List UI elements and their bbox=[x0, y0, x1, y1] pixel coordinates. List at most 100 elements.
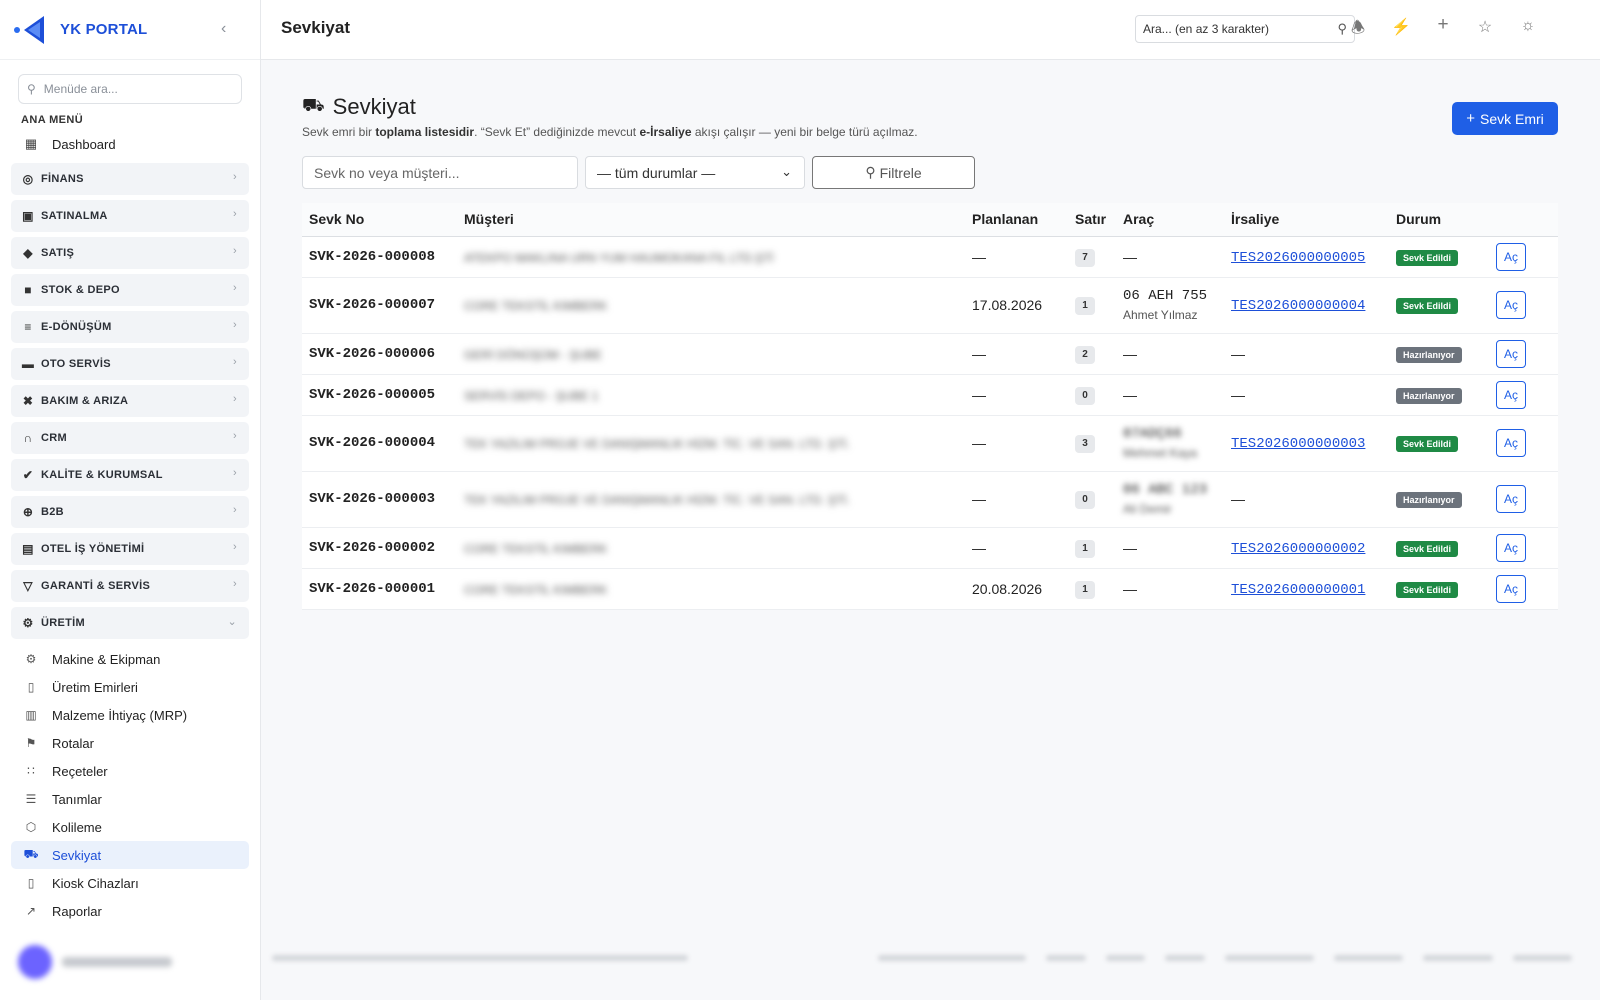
line-count-badge: 2 bbox=[1075, 345, 1095, 364]
table-row[interactable]: SVK-2026-000001 CORE TEKSTİL KIMBERK 20.08… bbox=[302, 568, 1558, 610]
column-header[interactable]: Satır bbox=[1068, 203, 1116, 237]
column-header[interactable]: Planlanan bbox=[965, 203, 1068, 237]
sidebar-group-8[interactable]: ✔ KALİTE & KURUMSAL › bbox=[11, 459, 249, 491]
table-row[interactable]: SVK-2026-000008 ATEKPO MAKLINA URN YUM HA… bbox=[302, 236, 1558, 278]
waybill-link[interactable]: TES2026000000004 bbox=[1231, 298, 1365, 314]
sidebar-subitem-6[interactable]: ⬡ Kolileme bbox=[11, 813, 249, 841]
sidebar-group-10[interactable]: ▤ OTEL İŞ YÖNETİMİ › bbox=[11, 533, 249, 565]
sidebar-group-5[interactable]: ▬ OTO SERVİS › bbox=[11, 348, 249, 380]
sidebar-group-2[interactable]: ◆ SATIŞ › bbox=[11, 237, 249, 269]
open-button[interactable]: Aç bbox=[1496, 485, 1526, 513]
user-profile[interactable] bbox=[18, 942, 243, 982]
sidebar-group-11[interactable]: ▽ GARANTİ & SERVİS › bbox=[11, 570, 249, 602]
waybill-cell: TES2026000000001 bbox=[1224, 568, 1389, 610]
open-button[interactable]: Aç bbox=[1496, 339, 1526, 368]
sidebar-subitem-7[interactable]: ⛟ Sevkiyat bbox=[11, 841, 249, 869]
filter-button[interactable]: ⚲ Filtrele bbox=[812, 156, 975, 189]
waybill-link[interactable]: TES2026000000005 bbox=[1231, 250, 1365, 266]
open-button[interactable]: Aç bbox=[1496, 429, 1526, 457]
sidebar-group-6[interactable]: ✖ BAKIM & ARIZA › bbox=[11, 385, 249, 417]
column-header[interactable]: Müşteri bbox=[457, 203, 965, 237]
sidebar-group-7[interactable]: ∩ CRM › bbox=[11, 422, 249, 454]
sidebar-subitem-2[interactable]: ▥ Malzeme İhtiyaç (MRP) bbox=[11, 701, 249, 729]
waybill-cell: TES2026000000002 bbox=[1224, 527, 1389, 569]
finance-icon: ◎ bbox=[22, 172, 34, 186]
search-icon[interactable]: ⚲ bbox=[1337, 21, 1347, 37]
avatar bbox=[18, 945, 52, 979]
sidebar-group-3[interactable]: ■ STOK & DEPO › bbox=[11, 274, 249, 306]
page-title: ⛟ Sevkiyat bbox=[302, 94, 416, 120]
sidebar-group-0[interactable]: ◎ FİNANS › bbox=[11, 163, 249, 195]
status-select[interactable]: — tüm durumlar — ⌄ bbox=[585, 156, 805, 189]
notification-off-icon[interactable]: ⚡ bbox=[1390, 17, 1412, 37]
waybill-link[interactable]: TES2026000000003 bbox=[1231, 436, 1365, 452]
sidebar-group-9[interactable]: ⊕ B2B › bbox=[11, 496, 249, 528]
sidebar-subitem-9[interactable]: ↗ Raporlar bbox=[11, 897, 249, 925]
vehicle-plate: — bbox=[1123, 386, 1137, 403]
open-button[interactable]: Aç bbox=[1496, 574, 1526, 603]
vehicle-plate: — bbox=[1123, 580, 1137, 597]
status-badge: Sevk Edildi bbox=[1396, 436, 1459, 452]
table-row[interactable]: SVK-2026-000006 GERİ DÖNÜŞÜM - ŞUBE — 2 — — Ha… bbox=[302, 333, 1558, 375]
status-badge: Hazırlanıyor bbox=[1396, 387, 1462, 404]
global-search-placeholder: Ara... (en az 3 karakter) bbox=[1143, 22, 1270, 36]
column-header[interactable]: Durum bbox=[1389, 203, 1489, 237]
new-shipment-button[interactable]: + Sevk Emri bbox=[1452, 102, 1558, 135]
chevron-right-icon: › bbox=[233, 319, 237, 331]
lead-text: Sevk emri bir bbox=[302, 125, 376, 139]
chevron-right-icon: › bbox=[233, 430, 237, 442]
sidebar-subitem-8[interactable]: ▯ Kiosk Cihazları bbox=[11, 869, 249, 897]
sidebar-group-label: ÜRETİM bbox=[41, 617, 85, 629]
table-row[interactable]: SVK-2026-000002 CORE TEKSTİL KIMBERK — 1 — TE… bbox=[302, 527, 1558, 569]
sidebar-group-12[interactable]: ⚙ ÜRETİM ⌄ bbox=[11, 607, 249, 639]
column-header[interactable]: Sevk No bbox=[302, 203, 457, 237]
sidebar-group-1[interactable]: ▣ SATINALMA › bbox=[11, 200, 249, 232]
brand[interactable]: YK PORTAL ‹ bbox=[0, 0, 260, 60]
column-header[interactable]: İrsaliye bbox=[1224, 203, 1389, 237]
menu-search-input[interactable]: ⚲ Menüde ara... bbox=[18, 74, 242, 104]
vehicle-cell: 06 ABC 123 Ali Demir bbox=[1116, 471, 1224, 528]
table-row[interactable]: SVK-2026-000003 TEK YAZILIM PROJE VE DANI… bbox=[302, 471, 1558, 528]
planned-date: — bbox=[965, 236, 1068, 278]
section-title: ANA MENÜ bbox=[21, 114, 84, 126]
chevron-right-icon: › bbox=[233, 541, 237, 553]
column-header bbox=[1489, 203, 1558, 237]
shipment-no: SVK-2026-000005 bbox=[302, 374, 457, 416]
table-row[interactable]: SVK-2026-000007 CORE TEKSTİL KIMBERK 17.08… bbox=[302, 277, 1558, 334]
chevron-right-icon: › bbox=[233, 467, 237, 479]
plus-icon[interactable]: + bbox=[1432, 14, 1454, 36]
bag-icon: ▣ bbox=[22, 209, 34, 223]
column-header[interactable]: Araç bbox=[1116, 203, 1224, 237]
shipment-no: SVK-2026-000006 bbox=[302, 333, 457, 375]
open-button[interactable]: Aç bbox=[1496, 380, 1526, 409]
table-row[interactable]: SVK-2026-000004 TEK YAZILIM PROJE VE DANI… bbox=[302, 415, 1558, 472]
waybill-link[interactable]: TES2026000000001 bbox=[1231, 582, 1365, 598]
open-button[interactable]: Aç bbox=[1496, 291, 1526, 319]
sidebar-subitem-4[interactable]: ∷ Reçeteler bbox=[11, 757, 249, 785]
chevron-right-icon: › bbox=[233, 578, 237, 590]
open-button[interactable]: Aç bbox=[1496, 242, 1526, 271]
sidebar-subitem-1[interactable]: ▯ Üretim Emirleri bbox=[11, 673, 249, 701]
customer-name-redacted: CORE TEKSTİL KIMBERK bbox=[464, 299, 608, 313]
collapse-sidebar-icon[interactable]: ‹ bbox=[221, 20, 226, 38]
table-row[interactable]: SVK-2026-000005 SERVİS DEPO - ŞUBE 1 — 0 — — H… bbox=[302, 374, 1558, 416]
bell-icon[interactable]: 🕭 bbox=[1347, 17, 1369, 44]
planned-date: — bbox=[965, 471, 1068, 528]
waybill-link[interactable]: TES2026000000002 bbox=[1231, 541, 1365, 557]
dashboard-icon: ▦ bbox=[24, 136, 38, 151]
plus-icon: + bbox=[1466, 110, 1475, 127]
star-icon[interactable]: ☆ bbox=[1474, 17, 1496, 37]
search-icon: ⚲ bbox=[27, 82, 36, 96]
sidebar-item-dashboard[interactable]: ▦ Dashboard bbox=[0, 130, 260, 158]
shipment-search-input[interactable]: Sevk no veya müşteri... bbox=[302, 156, 578, 189]
sun-icon[interactable]: ☼ bbox=[1517, 17, 1539, 35]
sidebar-subitem-3[interactable]: ⚑ Rotalar bbox=[11, 729, 249, 757]
user-name-redacted bbox=[62, 957, 172, 967]
open-button[interactable]: Aç bbox=[1496, 533, 1526, 562]
global-search-input[interactable]: Ara... (en az 3 karakter) ⚲ bbox=[1135, 15, 1355, 43]
sidebar-subitem-label: Tanımlar bbox=[52, 791, 102, 807]
vehicle-cell: 06 AEH 755 Ahmet Yılmaz bbox=[1116, 277, 1224, 334]
sidebar-subitem-0[interactable]: ⚙ Makine & Ekipman bbox=[11, 645, 249, 673]
sidebar-group-4[interactable]: ≡ E-DÖNÜŞÜM › bbox=[11, 311, 249, 343]
sidebar-subitem-5[interactable]: ☰ Tanımlar bbox=[11, 785, 249, 813]
